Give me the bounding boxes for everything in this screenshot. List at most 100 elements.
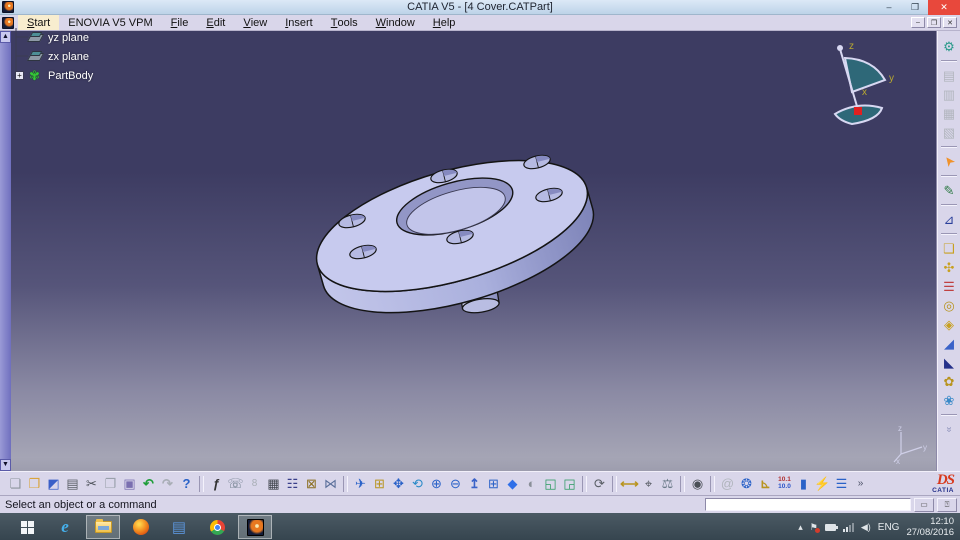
expand-plus-icon[interactable]: + — [15, 71, 24, 80]
catalog-cylinder-icon[interactable]: ▮ — [794, 474, 813, 493]
groove-icon[interactable]: ☰ — [939, 277, 959, 296]
menu-view[interactable]: View — [234, 15, 276, 30]
minimize-button[interactable]: – — [876, 0, 902, 15]
mdi-minimize-button[interactable]: – — [911, 17, 925, 28]
catalog-browser-icon[interactable]: ▤ — [939, 66, 959, 85]
pan-icon[interactable]: ✥ — [389, 474, 408, 493]
multi-view-icon[interactable]: ⊞ — [484, 474, 503, 493]
undo-icon[interactable]: ↶ — [139, 474, 158, 493]
paste-icon[interactable]: ▣ — [120, 474, 139, 493]
iso-view-icon[interactable]: ◆ — [503, 474, 522, 493]
constraints-icon[interactable]: ⋈ — [321, 474, 340, 493]
sketcher-icon[interactable]: ✎ — [939, 181, 959, 200]
measure-inertia-icon[interactable]: ⚖ — [658, 474, 677, 493]
mdi-close-button[interactable]: ✕ — [943, 17, 957, 28]
instantiate-icon[interactable]: ▦ — [939, 104, 959, 123]
energy-spiral-icon[interactable]: @ — [718, 474, 737, 493]
swap-space-icon[interactable]: ◲ — [560, 474, 579, 493]
tree-item-yz-plane[interactable]: yz plane — [15, 28, 93, 47]
knowledge-advisor-icon[interactable]: ☏ — [226, 474, 245, 493]
more-chevron-icon[interactable]: » — [851, 474, 870, 493]
zoom-in-icon[interactable]: ⊕ — [427, 474, 446, 493]
power-input-button[interactable]: ⍰ — [937, 497, 957, 512]
update-lightning-icon[interactable]: ⚡ — [813, 474, 832, 493]
separator — [941, 60, 957, 62]
menu-tools[interactable]: Tools — [322, 15, 367, 30]
fly-mode-icon[interactable]: ✈ — [351, 474, 370, 493]
scale-ratio-icon[interactable]: 10.1 10.0 — [775, 474, 794, 493]
internet-explorer-icon[interactable]: e — [48, 515, 82, 539]
globe-icon[interactable]: ❂ — [737, 474, 756, 493]
compass[interactable]: z y x — [815, 35, 907, 135]
close-button[interactable]: ✕ — [928, 0, 960, 15]
zoom-out-icon[interactable]: ⊖ — [446, 474, 465, 493]
save-icon[interactable]: ◩ — [44, 474, 63, 493]
network-signal-icon[interactable] — [842, 522, 854, 532]
fillet-icon[interactable]: ◈ — [939, 315, 959, 334]
draft-icon[interactable]: ◣ — [939, 353, 959, 372]
normal-view-icon[interactable]: ↥ — [465, 474, 484, 493]
start-button[interactable] — [10, 515, 44, 539]
rotate-icon[interactable]: ⟲ — [408, 474, 427, 493]
redo-icon[interactable]: ↷ — [158, 474, 177, 493]
menu-insert[interactable]: Insert — [276, 15, 322, 30]
turntable-icon[interactable]: ⟳ — [590, 474, 609, 493]
speaker-icon[interactable]: ◀) — [861, 522, 871, 533]
open-icon[interactable]: ❒ — [25, 474, 44, 493]
pattern-icon[interactable]: ✿ — [939, 372, 959, 391]
pocket-icon[interactable]: ✣ — [939, 258, 959, 277]
hole-icon[interactable]: ◎ — [939, 296, 959, 315]
display-settings-icon[interactable]: ▤ — [162, 515, 196, 539]
file-explorer-icon[interactable] — [86, 515, 120, 539]
camera-capture-icon[interactable]: ◉ — [688, 474, 707, 493]
chamfer-icon[interactable]: ◢ — [939, 334, 959, 353]
measure-between-icon[interactable]: ⟷ — [620, 474, 639, 493]
print-icon[interactable]: ▤ — [63, 474, 82, 493]
cut-icon[interactable]: ✂ — [82, 474, 101, 493]
measure-item-icon[interactable]: ⌖ — [639, 474, 658, 493]
mdi-restore-button[interactable]: ❐ — [927, 17, 941, 28]
menu-edit[interactable]: Edit — [197, 15, 234, 30]
chrome-icon[interactable] — [200, 515, 234, 539]
swap-visible-space-icon[interactable]: ◱ — [541, 474, 560, 493]
part-3d-view[interactable] — [0, 31, 936, 471]
menu-file[interactable]: File — [162, 15, 198, 30]
tree-item-partbody[interactable]: + ✾ PartBody — [15, 66, 93, 85]
command-input[interactable] — [705, 498, 911, 511]
taskbar-clock[interactable]: 12:10 27/08/2016 — [906, 516, 954, 538]
copy-icon[interactable]: ❐ — [101, 474, 120, 493]
update-gear-icon[interactable]: ⚙ — [939, 37, 959, 56]
firefox-icon[interactable] — [124, 515, 158, 539]
show-hidden-icons[interactable]: ▴ — [798, 522, 803, 533]
fit-all-in-icon[interactable]: ⊞ — [370, 474, 389, 493]
calculator-icon[interactable]: ▦ — [264, 474, 283, 493]
action-center-flag-icon[interactable]: ⚑ — [810, 522, 820, 533]
new-icon[interactable]: ❏ — [6, 474, 25, 493]
catia-taskbar-icon[interactable] — [238, 515, 272, 539]
whats-this-icon[interactable]: ? — [177, 474, 196, 493]
design-table-icon[interactable]: ☷ — [283, 474, 302, 493]
levels-icon[interactable]: ☰ — [832, 474, 851, 493]
battery-icon[interactable] — [824, 523, 838, 531]
select-arrow-icon[interactable]: ➤ — [935, 148, 960, 175]
restore-button[interactable]: ❐ — [902, 0, 928, 15]
menu-help[interactable]: Help — [424, 15, 465, 30]
document-template-icon[interactable]: ▧ — [939, 123, 959, 142]
command-history-button[interactable]: ▭ — [914, 497, 934, 512]
tree-scrollbar[interactable]: ▲ ▼ — [0, 31, 11, 471]
rules-icon[interactable]: 8 — [245, 474, 264, 493]
tree-scroll-down-icon[interactable]: ▼ — [0, 459, 11, 471]
sketch-plane-icon[interactable]: ⊿ — [939, 210, 959, 229]
knowledge-template-icon[interactable]: ▥ — [939, 85, 959, 104]
pad-icon[interactable]: ❑ — [939, 239, 959, 258]
more-tools-chevron-icon[interactable]: » — [940, 420, 959, 440]
hide-show-icon[interactable]: ◐ — [522, 474, 541, 493]
title-bar: CATIA V5 - [4 Cover.CATPart] – ❐ ✕ — [0, 0, 960, 15]
menu-window[interactable]: Window — [367, 15, 424, 30]
axis-system-icon[interactable]: ⊾ — [756, 474, 775, 493]
language-indicator[interactable]: ENG — [878, 522, 900, 533]
transform-icon[interactable]: ❀ — [939, 391, 959, 410]
tree-item-zx-plane[interactable]: zx plane — [15, 47, 93, 66]
lock-icon[interactable]: ⊠ — [302, 474, 321, 493]
formula-icon[interactable]: ƒ — [207, 474, 226, 493]
